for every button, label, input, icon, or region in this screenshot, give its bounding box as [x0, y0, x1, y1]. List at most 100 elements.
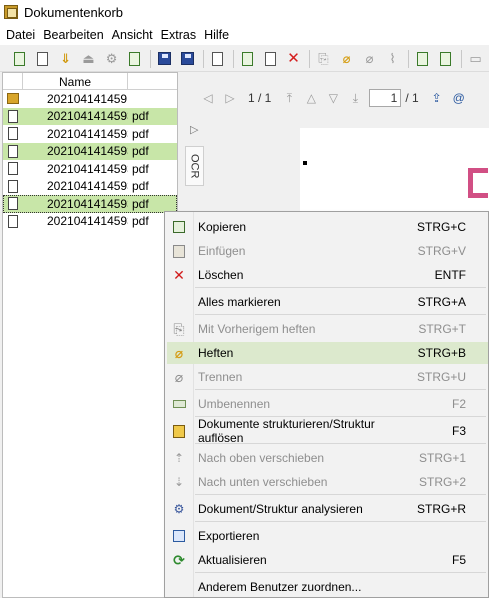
icon-column-header[interactable] [3, 73, 23, 89]
preview-mark [303, 161, 307, 165]
ocr-tab[interactable]: OCR [185, 146, 204, 186]
context-menu-item[interactable]: ⇡ Nach oben verschieben STRG+1 [167, 447, 488, 469]
context-menu-item[interactable]: Umbenennen F2 [167, 393, 488, 415]
document-icon [3, 213, 23, 230]
export-icon [167, 525, 191, 547]
context-menu-item[interactable]: ⌀ Heften STRG+B [167, 342, 488, 364]
previous-page-button[interactable]: ◁ [200, 90, 216, 106]
copy-icon [242, 51, 253, 66]
copy-document-button[interactable] [33, 49, 52, 69]
context-menu-item-label: Exportieren [198, 529, 260, 543]
context-menu-item[interactable]: ⚙ Dokument/Struktur analysieren STRG+R [167, 498, 488, 520]
mail-button[interactable]: @ [451, 90, 467, 106]
next-page-button[interactable]: ▷ [222, 90, 238, 106]
toolbar-separator [309, 49, 310, 68]
menu-separator [195, 443, 486, 444]
attach-previous-icon: ⎘ [318, 51, 329, 66]
save-delete-button[interactable] [178, 49, 197, 69]
excel-button[interactable] [125, 49, 144, 69]
context-menu-item-shortcut: STRG+C [416, 220, 466, 234]
context-menu-item[interactable]: Einfügen STRG+V [167, 240, 488, 262]
toolbar-separator [150, 49, 152, 68]
list-item[interactable]: 2021041414593…pdf [3, 142, 177, 160]
list-item-name: 2021041414593… [47, 161, 128, 176]
context-menu-item-shortcut: STRG+R [416, 502, 466, 516]
document-counter: 1 / 1 [248, 91, 272, 105]
context-menu-item-label: Nach unten verschieben [198, 475, 328, 489]
new-document-button[interactable] [10, 49, 29, 69]
rename-button[interactable]: ▭ [466, 49, 485, 69]
menu-datei[interactable]: Datei [2, 28, 39, 42]
context-menu-item-shortcut: STRG+A [417, 295, 466, 309]
context-menu-item[interactable]: Anderem Benutzer zuordnen... [167, 576, 488, 598]
list-item-name: 2021041414593… [47, 126, 128, 141]
detach-icon: ⌀ [365, 51, 374, 66]
context-menu-item-label: Einfügen [198, 244, 246, 258]
name-column-header[interactable]: Name [23, 73, 128, 89]
page-up-button[interactable]: △ [303, 90, 319, 106]
page-total: / 1 [405, 91, 419, 105]
context-menu-item-label: Anderem Benutzer zuordnen... [198, 580, 362, 594]
next-document-icon [440, 51, 452, 66]
context-menu-item-shortcut: STRG+U [416, 370, 466, 384]
context-menu-item[interactable]: Alles markieren STRG+A [167, 291, 488, 313]
context-menu-item[interactable]: ⇣ Nach unten verschieben STRG+2 [167, 471, 488, 493]
context-menu-item-shortcut: STRG+1 [418, 451, 466, 465]
page-down-button[interactable]: ▽ [325, 90, 341, 106]
paperclip-button[interactable]: ⌀ [337, 49, 356, 69]
menu-hilfe[interactable]: Hilfe [200, 28, 233, 42]
list-item[interactable]: 2021041414593…pdf [3, 125, 177, 143]
export-button[interactable] [208, 49, 227, 69]
list-item-extension: pdf [132, 109, 149, 124]
arrow-down-icon: ⇓ [60, 51, 71, 66]
list-item[interactable]: 2021041414593…pdf [3, 107, 177, 125]
move-down-icon: ⇣ [173, 475, 185, 489]
save-icon [158, 52, 172, 65]
list-item[interactable]: 2021041414593…pdf [3, 160, 177, 178]
context-menu-item-label: Kopieren [198, 220, 247, 234]
split-button[interactable]: ⌇ [383, 49, 402, 69]
list-item[interactable]: 202104141459… [3, 90, 177, 108]
last-page-button[interactable]: ⤓ [347, 90, 363, 106]
scan-settings-button[interactable]: ⚙ [102, 49, 121, 69]
viewer-toolbar: ◁ ▷ 1 / 1 ⤒ △ ▽ ⤓ 1 / 1 ⇪ @ [180, 72, 489, 124]
context-menu-item[interactable]: Exportieren [167, 525, 488, 547]
page-number-input[interactable]: 1 [369, 89, 402, 107]
delete-button[interactable]: ✕ [284, 49, 303, 69]
context-menu-item[interactable]: ✕ Löschen ENTF [167, 264, 488, 286]
download-button[interactable]: ⇓ [56, 49, 75, 69]
app-icon [4, 5, 18, 19]
scan-button[interactable]: ⏏ [79, 49, 98, 69]
next-document-button[interactable] [436, 49, 455, 69]
context-menu-item[interactable]: ⟳ Aktualisieren F5 [167, 549, 488, 571]
list-item[interactable]: 2021041414593…pdf [3, 178, 177, 196]
paste-button[interactable] [261, 49, 280, 69]
previous-document-button[interactable] [413, 49, 432, 69]
context-menu-item[interactable]: Kopieren STRG+C [167, 216, 488, 238]
first-page-button[interactable]: ⤒ [281, 90, 297, 106]
menu-ansicht[interactable]: Ansicht [108, 28, 157, 42]
preview-logo [468, 168, 488, 198]
detach-button[interactable]: ⌀ [360, 49, 379, 69]
excel-icon [129, 51, 141, 66]
expand-arrow-icon[interactable]: ▷ [190, 123, 198, 136]
menu-extras[interactable]: Extras [157, 28, 200, 42]
save-button[interactable] [155, 49, 174, 69]
extension-column-header[interactable] [128, 73, 177, 89]
context-menu-item-shortcut: STRG+T [418, 322, 466, 336]
copy-button[interactable] [238, 49, 257, 69]
context-menu-item[interactable]: Dokumente strukturieren/Struktur auflöse… [167, 417, 488, 445]
attach-previous-button[interactable]: ⎘ [314, 49, 333, 69]
list-item[interactable]: 2021041414593…pdf [3, 213, 177, 231]
context-menu-item[interactable]: ⎘ Mit Vorherigem heften STRG+T [167, 318, 488, 340]
context-menu-item-label: Heften [198, 346, 234, 360]
list-item-name: 2021041414593… [47, 179, 128, 194]
list-item[interactable]: 2021041414593…pdf [3, 195, 177, 213]
menu-bearbeiten[interactable]: Bearbeiten [39, 28, 107, 42]
context-menu-item-label: Alles markieren [198, 295, 281, 309]
blank-icon [167, 576, 191, 598]
document-icon [3, 125, 23, 142]
export-page-button[interactable]: ⇪ [429, 90, 445, 106]
context-menu-item[interactable]: ⌀ Trennen STRG+U [167, 366, 488, 388]
attach-previous-icon: ⎘ [173, 320, 185, 337]
